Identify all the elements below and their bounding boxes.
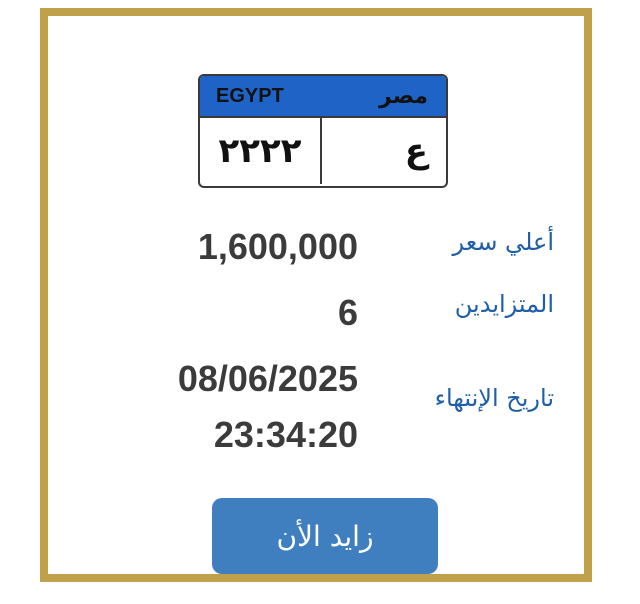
bidders-value: 6 bbox=[337, 292, 358, 333]
end-date-value: 08/06/2025 bbox=[177, 358, 358, 399]
bidders-label: المتزايدين bbox=[454, 290, 554, 318]
end-date-label: تاريخ الإنتهاء bbox=[434, 384, 554, 412]
highest-price-label: أعلي سعر bbox=[452, 228, 555, 256]
bid-now-button[interactable]: زايد الأن bbox=[212, 498, 438, 574]
plate-country-ar: مصر bbox=[379, 83, 428, 109]
plate-letters: ع bbox=[404, 131, 428, 171]
plate-body: ٢٢٢٢ ع bbox=[200, 118, 446, 184]
plate-header: EGYPT مصر bbox=[200, 76, 446, 118]
end-time-value: 23:34:20 bbox=[213, 414, 358, 455]
plate-numbers: ٢٢٢٢ bbox=[200, 118, 322, 184]
license-plate: EGYPT مصر ٢٢٢٢ ع bbox=[198, 74, 448, 188]
auction-card: EGYPT مصر ٢٢٢٢ ع أعلي سعر 1,600,000 المت… bbox=[40, 8, 592, 582]
highest-price-value: 1,600,000 bbox=[197, 226, 358, 267]
plate-country-en: EGYPT bbox=[216, 84, 284, 107]
